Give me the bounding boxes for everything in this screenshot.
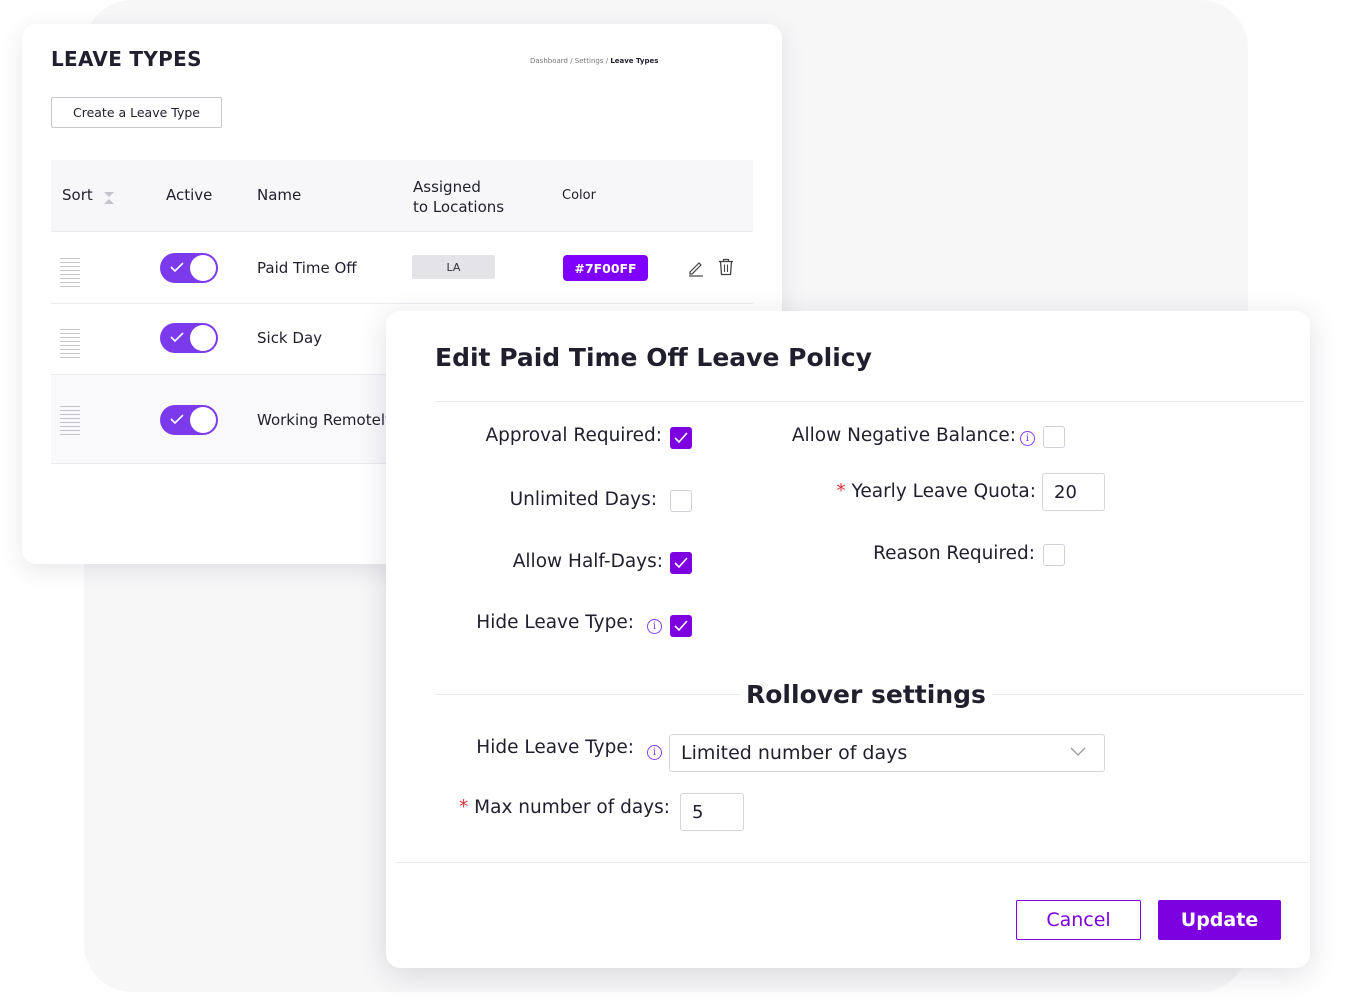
delete-icon[interactable]	[718, 258, 734, 276]
check-icon	[674, 432, 688, 444]
max-days-label-text: Max number of days:	[474, 797, 670, 818]
rollover-type-value: Limited number of days	[681, 742, 908, 764]
leave-type-name: Sick Day	[257, 329, 323, 347]
approval-required-label: Approval Required:	[485, 425, 662, 446]
cancel-button[interactable]: Cancel	[1016, 900, 1141, 940]
page-title: LEAVE TYPES	[51, 47, 202, 71]
breadcrumb-current: Leave Types	[610, 57, 659, 65]
rollover-type-select[interactable]: Limited number of days	[669, 734, 1105, 772]
drag-handle-icon[interactable]	[60, 258, 80, 290]
column-active: Active	[166, 186, 213, 204]
approval-required-checkbox[interactable]	[670, 427, 692, 449]
check-icon	[170, 262, 184, 273]
yearly-leave-quota-label-text: Yearly Leave Quota:	[851, 481, 1036, 502]
check-icon	[170, 332, 184, 343]
rollover-type-label: Hide Leave Type:	[476, 737, 634, 758]
toggle-knob	[190, 325, 216, 351]
chevron-down-icon	[1070, 747, 1086, 756]
active-toggle[interactable]	[160, 405, 218, 435]
reason-required-label: Reason Required:	[873, 543, 1035, 564]
create-leave-type-button[interactable]: Create a Leave Type	[51, 97, 222, 128]
allow-negative-balance-label: Allow Negative Balance:	[791, 425, 1016, 446]
edit-leave-policy-modal: Edit Paid Time Off Leave Policy Approval…	[386, 311, 1310, 968]
hide-leave-type-checkbox[interactable]	[670, 615, 692, 637]
allow-half-days-checkbox[interactable]	[670, 552, 692, 574]
column-sort[interactable]: Sort	[62, 186, 93, 204]
update-button[interactable]: Update	[1158, 900, 1281, 940]
info-icon[interactable]: i	[647, 745, 662, 760]
divider	[434, 401, 1304, 402]
column-assigned: Assigned to Locations	[413, 177, 504, 217]
table-row: Paid Time Off LA #7F00FF	[51, 232, 753, 304]
hide-leave-type-label: Hide Leave Type:	[476, 612, 634, 633]
max-days-input[interactable]: 5	[680, 793, 744, 831]
toggle-knob	[190, 255, 216, 281]
unlimited-days-checkbox[interactable]	[670, 490, 692, 512]
rollover-section-title: Rollover settings	[740, 680, 992, 709]
allow-half-days-label: Allow Half-Days:	[512, 551, 663, 572]
check-icon	[674, 557, 688, 569]
sort-icon[interactable]	[103, 191, 115, 205]
breadcrumb-path[interactable]: Dashboard / Settings /	[530, 57, 610, 65]
table-header: Sort Active Name Assigned to Locations C…	[51, 160, 753, 232]
column-name: Name	[257, 186, 302, 204]
check-icon	[170, 414, 184, 425]
max-days-label: * Max number of days:	[459, 797, 670, 818]
active-toggle[interactable]	[160, 253, 218, 283]
check-icon	[674, 620, 688, 632]
drag-handle-icon[interactable]	[60, 329, 80, 361]
yearly-leave-quota-input[interactable]: 20	[1042, 473, 1105, 511]
unlimited-days-label: Unlimited Days:	[509, 489, 657, 510]
leave-type-name: Paid Time Off	[257, 259, 357, 277]
required-mark: *	[836, 481, 846, 502]
toggle-knob	[190, 407, 216, 433]
info-icon[interactable]: i	[1020, 431, 1035, 446]
edit-icon[interactable]	[687, 259, 705, 277]
column-color: Color	[562, 188, 596, 203]
active-toggle[interactable]	[160, 323, 218, 353]
leave-type-name: Working Remotely	[257, 411, 394, 429]
yearly-leave-quota-label: * Yearly Leave Quota:	[836, 481, 1036, 502]
column-assigned-line1: Assigned	[413, 178, 481, 196]
divider	[396, 862, 1308, 863]
breadcrumb: Dashboard / Settings / Leave Types	[530, 57, 658, 65]
required-mark: *	[459, 797, 469, 818]
info-icon[interactable]: i	[647, 619, 662, 634]
color-badge: #7F00FF	[563, 255, 648, 281]
drag-handle-icon[interactable]	[60, 406, 80, 438]
location-badge: LA	[412, 255, 495, 279]
column-assigned-line2: to Locations	[413, 198, 505, 216]
allow-negative-balance-checkbox[interactable]	[1043, 426, 1065, 448]
reason-required-checkbox[interactable]	[1043, 544, 1065, 566]
modal-title: Edit Paid Time Off Leave Policy	[435, 343, 872, 372]
